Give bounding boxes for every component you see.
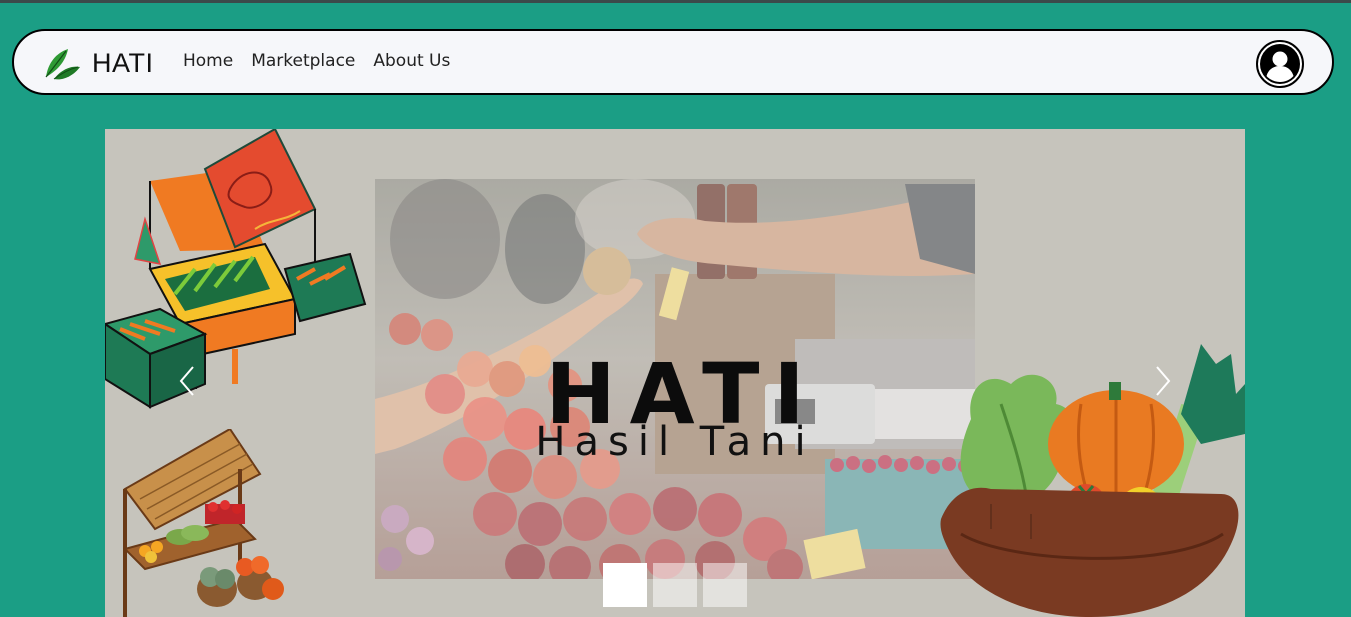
nav-item-marketplace[interactable]: Marketplace — [251, 51, 355, 71]
top-border — [0, 0, 1351, 3]
nav-item-about-us[interactable]: About Us — [373, 51, 450, 71]
nav-links: Home Marketplace About Us — [183, 51, 450, 71]
navbar: HATI Home Marketplace About Us — [12, 29, 1334, 95]
profile-button[interactable] — [1256, 40, 1304, 88]
chevron-right-icon — [1156, 366, 1171, 396]
nav-item-home[interactable]: Home — [183, 51, 233, 71]
carousel-indicator-1[interactable] — [603, 563, 647, 607]
user-circle-icon — [1260, 44, 1300, 84]
hero-carousel: HATI Hasil Tani — [105, 129, 1245, 617]
market-stall-illustration — [105, 129, 367, 409]
carousel-prev-button[interactable] — [173, 361, 203, 401]
carousel-indicator-2[interactable] — [653, 563, 697, 607]
chevron-left-icon — [179, 366, 194, 396]
wooden-stall-illustration — [123, 429, 284, 617]
carousel-next-button[interactable] — [1147, 361, 1177, 401]
carousel-indicators — [603, 563, 747, 607]
hero-subtitle: Hasil Tani — [535, 419, 815, 465]
leaf-logo-icon — [45, 49, 80, 80]
brand[interactable]: HATI — [42, 45, 154, 81]
carousel-indicator-3[interactable] — [703, 563, 747, 607]
vegetable-basket-illustration — [940, 344, 1245, 617]
brand-name: HATI — [92, 47, 154, 78]
